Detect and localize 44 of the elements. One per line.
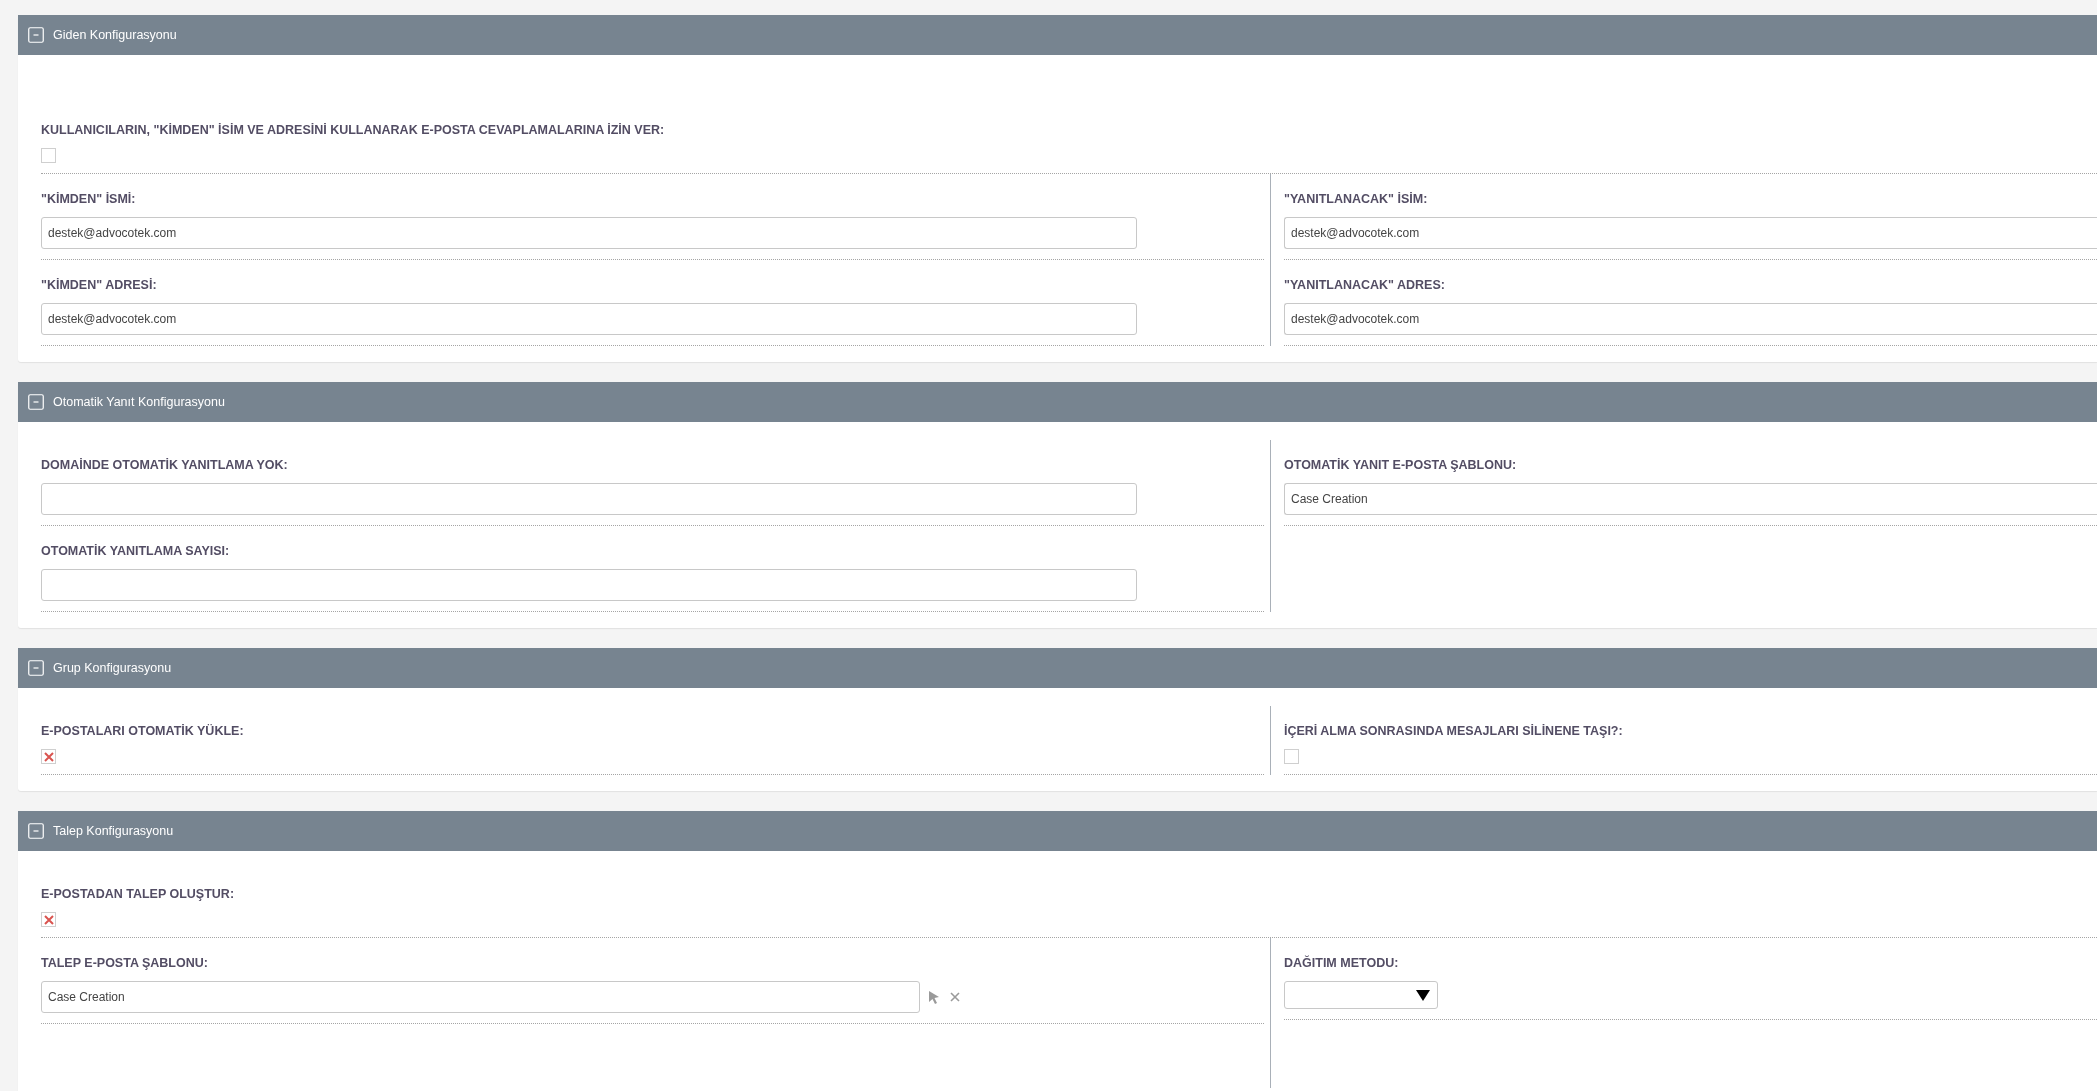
cross-icon — [43, 751, 54, 762]
section-title: Talep Konfigurasyonu — [53, 824, 174, 838]
dropdown-triangle-icon — [1416, 989, 1430, 1001]
collapse-icon[interactable] — [28, 660, 44, 676]
collapse-icon[interactable] — [28, 27, 44, 43]
collapse-icon[interactable] — [28, 823, 44, 839]
checkbox[interactable] — [1284, 749, 1299, 764]
input-field[interactable]: Case Creation — [1284, 483, 2097, 515]
checkbox[interactable] — [41, 749, 56, 764]
input-field[interactable]: destek@advocotek.com — [1284, 303, 2097, 335]
field-label: OTOMATİK YANIT E-POSTA ŞABLONU: — [1284, 458, 1518, 472]
field-label: OTOMATİK YANITLAMA SAYISI: — [41, 544, 231, 558]
cross-icon — [43, 914, 54, 925]
field-label: DOMAİNDE OTOMATİK YANITLAMA YOK: — [41, 458, 289, 472]
input-field[interactable] — [41, 569, 1137, 601]
collapse-icon[interactable] — [28, 394, 44, 410]
input-field[interactable] — [41, 483, 1137, 515]
field-label: İÇERİ ALMA SONRASINDA MESAJLARI SİLİNENE TAŞI?: — [1284, 724, 1624, 738]
checkbox[interactable] — [41, 912, 56, 927]
section-title: Giden Konfigurasyonu — [53, 28, 177, 42]
field-label: "YANITLANACAK" ADRES: — [1284, 278, 1446, 292]
field-label: "YANITLANACAK" İSİM: — [1284, 192, 1429, 206]
field-label: "KİMDEN" İSMİ: — [41, 192, 137, 206]
field-label: E-POSTALARI OTOMATİK YÜKLE: — [41, 724, 245, 738]
input-field[interactable]: destek@advocotek.com — [1284, 217, 2097, 249]
section-header[interactable]: Grup Konfigurasyonu — [18, 648, 2097, 688]
section-header[interactable]: Otomatik Yanıt Konfigurasyonu — [18, 382, 2097, 422]
field-label: TALEP E-POSTA ŞABLONU: — [41, 956, 209, 970]
section-title: Otomatik Yanıt Konfigurasyonu — [53, 395, 225, 409]
field-label: E-POSTADAN TALEP OLUŞTUR: — [41, 887, 236, 901]
cursor-arrow-icon — [928, 990, 940, 1004]
field-label: DAĞITIM METODU: — [1284, 956, 1400, 970]
close-icon — [950, 992, 960, 1002]
dropdown[interactable] — [1284, 981, 1438, 1009]
clear-button[interactable] — [948, 990, 962, 1004]
input-field[interactable]: destek@advocotek.com — [41, 217, 1137, 249]
checkbox[interactable] — [41, 148, 56, 163]
section-title: Grup Konfigurasyonu — [53, 661, 172, 675]
section-header[interactable]: Talep Konfigurasyonu — [18, 811, 2097, 851]
section-header[interactable]: Giden Konfigurasyonu — [18, 15, 2097, 55]
input-field[interactable]: Case Creation — [41, 981, 920, 1013]
input-field[interactable]: destek@advocotek.com — [41, 303, 1137, 335]
field-label: "KİMDEN" ADRESİ: — [41, 278, 158, 292]
field-label: KULLANICILARIN, "KİMDEN" İSİM VE ADRESİNİ KULLANARAK E-POSTA CEVAPLAMALARINA İZİN VER: — [41, 123, 666, 137]
